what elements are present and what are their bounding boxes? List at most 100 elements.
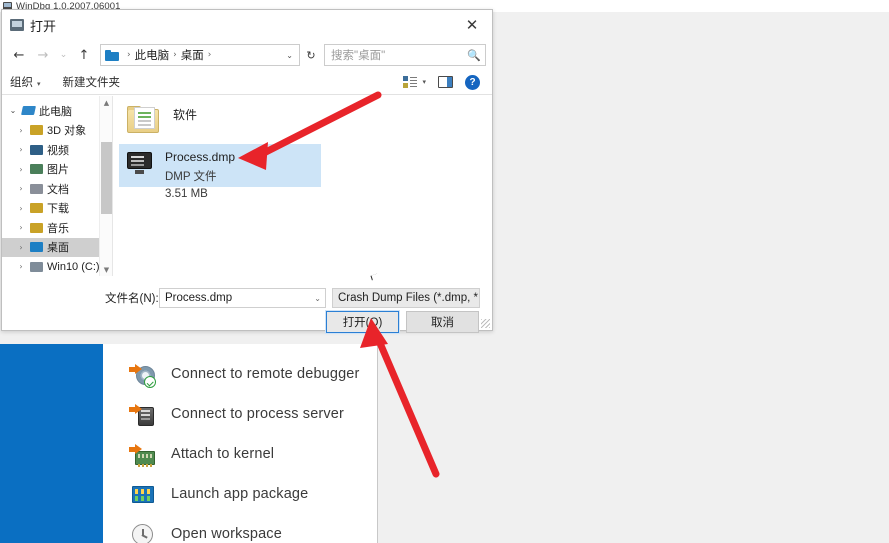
dialog-button-row: 打开(O) 取消 — [2, 310, 492, 335]
chevron-down-icon[interactable]: ⌄ — [314, 294, 321, 303]
breadcrumb-item-1[interactable]: 桌面 — [181, 47, 204, 63]
back-icon[interactable]: ← — [8, 44, 30, 66]
folder-downloads-icon — [30, 202, 43, 214]
tree-item-videos[interactable]: › 视频 — [2, 140, 112, 160]
dialog-title: 打开 — [30, 18, 57, 34]
close-icon[interactable]: ✕ — [452, 10, 492, 40]
preview-pane-icon[interactable] — [438, 76, 453, 88]
chevron-right-icon[interactable]: › — [16, 243, 26, 252]
tree-item-music[interactable]: › 音乐 — [2, 218, 112, 238]
chevron-right-icon[interactable]: › — [16, 223, 26, 232]
filename-input[interactable]: Process.dmp ⌄ — [159, 288, 326, 308]
drive-icon — [30, 261, 43, 273]
launch-app-package-icon — [129, 481, 155, 507]
chevron-right-icon[interactable]: › — [16, 204, 26, 213]
menu-item-label: Attach to kernel — [171, 446, 275, 462]
tree-item-label: 视频 — [47, 144, 69, 157]
address-bar[interactable]: › 此电脑 › 桌面 › ⌄ — [100, 44, 300, 66]
menu-item-launch-app-package[interactable]: Launch app package — [103, 474, 378, 514]
search-placeholder: 搜索"桌面" — [331, 50, 386, 62]
filename-value: Process.dmp — [165, 292, 233, 304]
menu-item-open-workspace[interactable]: Open workspace — [103, 514, 378, 543]
new-folder-button[interactable]: 新建文件夹 — [63, 74, 121, 90]
chevron-down-icon: ▾ — [37, 80, 41, 88]
chevron-down-icon[interactable]: ⌄ — [282, 51, 297, 60]
tree-scrollbar[interactable]: ▲ ▼ — [99, 96, 112, 276]
up-icon[interactable]: ↑ — [73, 44, 95, 66]
filename-row: 文件名(N): Process.dmp ⌄ Crash Dump Files (… — [2, 286, 492, 310]
connect-process-server-icon — [129, 401, 155, 427]
forward-icon: → — [37, 47, 49, 63]
chevron-right-icon[interactable]: › — [16, 145, 26, 154]
chevron-right-icon[interactable]: › — [16, 126, 26, 135]
tree-item-desktop[interactable]: › 桌面 — [2, 237, 112, 257]
help-icon[interactable]: ? — [465, 74, 480, 90]
menu-item-label: Connect to process server — [171, 406, 344, 422]
search-input[interactable]: 搜索"桌面" 🔍 — [324, 44, 486, 66]
recent-locations-icon[interactable]: ⌄ — [56, 44, 71, 66]
open-button[interactable]: 打开(O) — [325, 310, 400, 334]
open-file-dialog: 打开 ✕ ← → ⌄ ↑ › 此电脑 › 桌面 › ⌄ ↻ 搜索"桌面" 🔍 组… — [1, 9, 493, 334]
scroll-up-icon[interactable]: ▲ — [100, 96, 113, 109]
organize-label: 组织 — [10, 77, 33, 89]
menu-item-label: Open workspace — [171, 526, 282, 542]
folder-pictures-icon — [30, 163, 43, 175]
tree-item-win10-c[interactable]: › Win10 (C:) — [2, 257, 112, 277]
tree-item-label: 3D 对象 — [47, 125, 87, 138]
tree-item-label: 图片 — [47, 164, 69, 177]
chevron-right-icon[interactable]: › — [16, 262, 26, 271]
breadcrumb-separator: › — [173, 50, 177, 60]
organize-button[interactable]: 组织 ▾ — [10, 74, 41, 90]
refresh-icon[interactable]: ↻ — [302, 44, 320, 66]
breadcrumb-separator: › — [127, 50, 131, 60]
tree-item-label: 下载 — [47, 203, 69, 216]
tree-item-3d-objects[interactable]: › 3D 对象 — [2, 121, 112, 141]
menu-item-connect-remote-debugger[interactable]: Connect to remote debugger — [103, 354, 378, 394]
dialog-titlebar: 打开 ✕ — [2, 10, 492, 40]
tree-item-this-pc[interactable]: ⌄ 此电脑 — [2, 101, 112, 121]
folder-videos-icon — [30, 144, 43, 156]
tree-item-downloads[interactable]: › 下载 — [2, 199, 112, 219]
scrollbar-thumb[interactable] — [101, 142, 112, 214]
menu-item-connect-process-server[interactable]: Connect to process server — [103, 394, 378, 434]
chevron-down-icon[interactable]: ⌄ — [8, 106, 18, 115]
file-name: 软件 — [173, 108, 198, 122]
cancel-button[interactable]: 取消 — [406, 311, 479, 333]
scroll-down-icon[interactable]: ▼ — [100, 263, 113, 276]
file-type: DMP 文件 — [165, 171, 217, 183]
search-icon: 🔍 — [467, 48, 481, 62]
menu-item-label: Launch app package — [171, 486, 309, 502]
resize-grip[interactable] — [481, 319, 490, 328]
file-list[interactable]: 软件 Process.dmp DMP 文件 3.51 MB — [113, 96, 492, 281]
tree-item-label: 桌面 — [47, 242, 69, 255]
breadcrumb-item-0[interactable]: 此电脑 — [135, 47, 170, 63]
dialog-content: ⌄ 此电脑 › 3D 对象 › 视频 › 图片 › 文档 › 下载 › 音乐 ›… — [2, 96, 492, 281]
chevron-down-icon[interactable]: ▾ — [422, 78, 426, 86]
windbg-start-menu[interactable]: Connect to remote debugger Connect to pr… — [103, 344, 378, 543]
folder-icon — [105, 49, 120, 61]
list-item-file[interactable]: Process.dmp DMP 文件 3.51 MB — [119, 144, 321, 200]
chevron-right-icon[interactable]: › — [16, 184, 26, 193]
tree-item-pictures[interactable]: › 图片 — [2, 160, 112, 180]
change-view-icon[interactable] — [403, 76, 418, 88]
dmp-file-icon — [127, 152, 153, 174]
filetype-select[interactable]: Crash Dump Files (*.dmp, *.hc ⌄ — [332, 288, 480, 308]
tree-item-label: 此电脑 — [39, 105, 72, 118]
navigation-tree[interactable]: ⌄ 此电脑 › 3D 对象 › 视频 › 图片 › 文档 › 下载 › 音乐 ›… — [2, 96, 113, 276]
attach-to-kernel-icon — [129, 441, 155, 467]
chevron-right-icon[interactable]: › — [16, 165, 26, 174]
filename-label: 文件名(N): — [105, 293, 159, 305]
tree-item-label: 音乐 — [47, 222, 69, 235]
tree-item-documents[interactable]: › 文档 — [2, 179, 112, 199]
folder-large-icon — [127, 106, 161, 134]
folder-3d-icon — [30, 124, 43, 136]
pc-icon — [21, 105, 36, 117]
breadcrumb-separator: › — [207, 50, 212, 60]
navigation-bar: ← → ⌄ ↑ › 此电脑 › 桌面 › ⌄ ↻ 搜索"桌面" 🔍 — [2, 40, 492, 70]
connect-remote-debugger-icon — [129, 361, 156, 388]
open-workspace-icon — [129, 521, 155, 543]
file-size: 3.51 MB — [165, 188, 208, 200]
command-bar: 组织 ▾ 新建文件夹 ▾ ? — [2, 70, 492, 95]
list-item-folder[interactable]: 软件 — [119, 100, 319, 140]
menu-item-attach-to-kernel[interactable]: Attach to kernel — [103, 434, 378, 474]
